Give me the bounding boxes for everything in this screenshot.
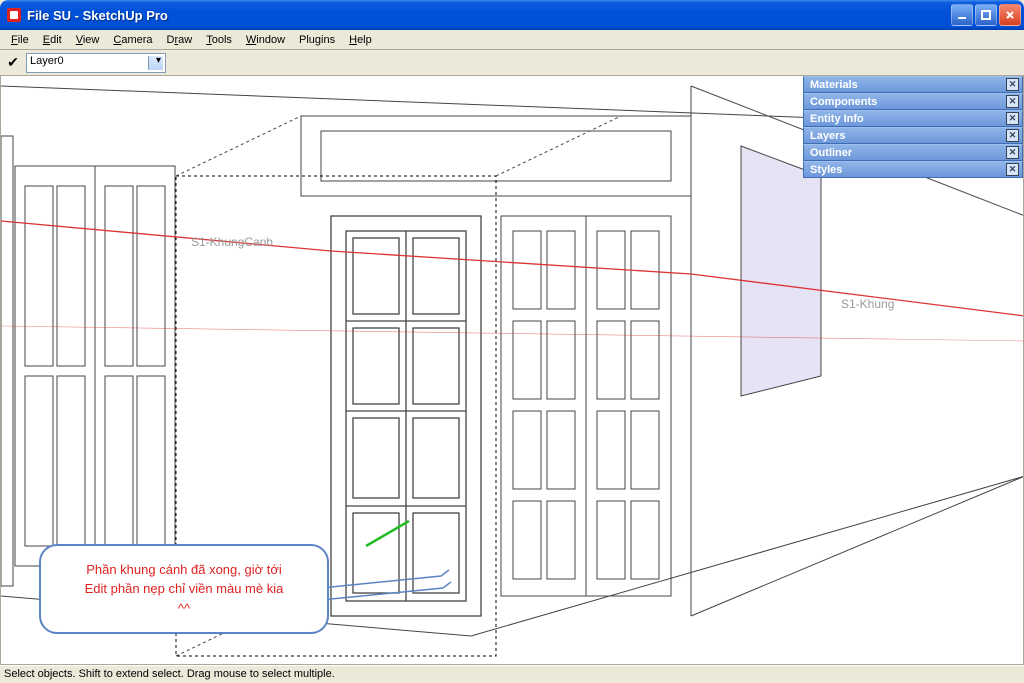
panel-label: Outliner: [810, 147, 852, 159]
close-button[interactable]: [999, 4, 1021, 26]
panel-styles[interactable]: Styles ✕: [803, 161, 1023, 178]
panel-label: Entity Info: [810, 113, 864, 125]
menu-window[interactable]: Window: [239, 32, 292, 48]
maximize-button[interactable]: [975, 4, 997, 26]
menu-tools[interactable]: Tools: [199, 32, 239, 48]
callout-line: Edit phần nẹp chỉ viền màu mè kia: [57, 579, 311, 599]
callout-line: ^^: [57, 599, 311, 619]
menu-view[interactable]: View: [69, 32, 107, 48]
panel-label: Styles: [810, 164, 842, 176]
status-text: Select objects. Shift to extend select. …: [4, 668, 335, 680]
layer-select-value: Layer0: [30, 55, 64, 67]
anno-left: S1-KhungCanh: [191, 235, 273, 249]
window-title: File SU - SketchUp Pro: [27, 8, 951, 23]
titlebar: File SU - SketchUp Pro: [0, 0, 1024, 30]
layer-select[interactable]: Layer0: [26, 53, 166, 73]
menu-camera[interactable]: Camera: [106, 32, 159, 48]
close-icon[interactable]: ✕: [1006, 129, 1019, 142]
close-icon[interactable]: ✕: [1006, 146, 1019, 159]
app-icon: [6, 7, 22, 23]
anno-right: S1-Khung: [841, 297, 894, 311]
docked-panels: Materials ✕ Components ✕ Entity Info ✕ Laye…: [803, 76, 1023, 178]
close-icon[interactable]: ✕: [1006, 78, 1019, 91]
close-icon[interactable]: ✕: [1006, 112, 1019, 125]
panel-label: Components: [810, 96, 877, 108]
statusbar: Select objects. Shift to extend select. …: [0, 665, 1024, 682]
panel-components[interactable]: Components ✕: [803, 93, 1023, 110]
menu-file[interactable]: File: [4, 32, 36, 48]
viewport[interactable]: S1-KhungCanh S1-Khung Materials ✕ Compone…: [0, 76, 1024, 665]
panel-outliner[interactable]: Outliner ✕: [803, 144, 1023, 161]
close-icon[interactable]: ✕: [1006, 95, 1019, 108]
panel-layers[interactable]: Layers ✕: [803, 127, 1023, 144]
callout-line: Phần khung cánh đã xong, giờ tới: [57, 560, 311, 580]
menubar: File Edit View Camera Draw Tools Window …: [0, 30, 1024, 50]
menu-edit[interactable]: Edit: [36, 32, 69, 48]
visibility-icon[interactable]: ✔: [4, 54, 22, 72]
menu-plugins[interactable]: Plugins: [292, 32, 342, 48]
panel-entity-info[interactable]: Entity Info ✕: [803, 110, 1023, 127]
minimize-button[interactable]: [951, 4, 973, 26]
callout-bubble: Phần khung cánh đã xong, giờ tới Edit ph…: [39, 544, 329, 635]
menu-help[interactable]: Help: [342, 32, 379, 48]
menu-draw[interactable]: Draw: [160, 32, 200, 48]
panel-label: Layers: [810, 130, 845, 142]
panel-materials[interactable]: Materials ✕: [803, 76, 1023, 93]
panel-label: Materials: [810, 79, 858, 91]
toolbar: ✔ Layer0: [0, 50, 1024, 76]
close-icon[interactable]: ✕: [1006, 163, 1019, 176]
